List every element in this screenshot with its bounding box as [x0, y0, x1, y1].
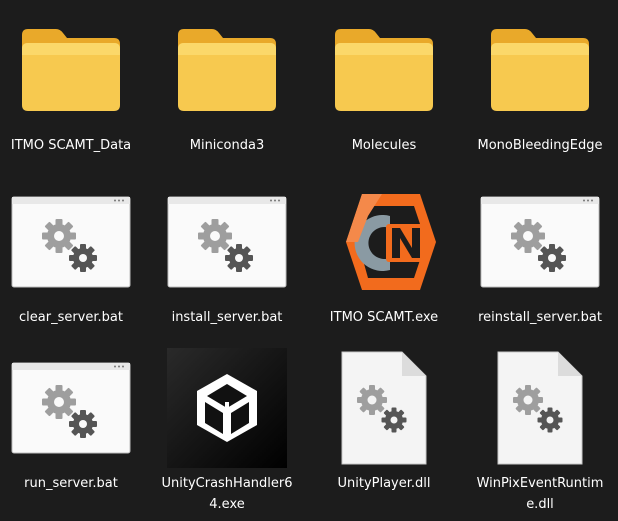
file-item-molecules[interactable]: Molecules	[309, 6, 459, 156]
file-name: UnityCrashHandler64.exe	[161, 476, 293, 512]
dll-file-icon	[320, 344, 448, 472]
file-name: install_server.bat	[171, 310, 283, 325]
file-item-reinstall-server-bat[interactable]: reinstall_server.bat	[465, 178, 615, 328]
folder-icon	[476, 6, 604, 134]
file-item-itmo-scamt-data[interactable]: ITMO SCAMT_Data	[0, 6, 146, 156]
file-name: reinstall_server.bat	[478, 310, 602, 325]
file-item-miniconda3[interactable]: Miniconda3	[152, 6, 302, 156]
file-explorer-icon-view: ITMO SCAMT_Data Miniconda3 Molecules Mon…	[0, 0, 618, 521]
dll-file-icon	[476, 344, 604, 472]
file-name: UnityPlayer.dll	[337, 476, 431, 491]
file-name: ITMO SCAMT.exe	[329, 310, 439, 325]
file-item-monobleedingedge[interactable]: MonoBleedingEdge	[465, 6, 615, 156]
batch-file-icon	[163, 178, 291, 306]
file-item-run-server-bat[interactable]: run_server.bat	[0, 344, 146, 494]
itmo-scamt-app-icon	[320, 178, 448, 306]
batch-file-icon	[7, 344, 135, 472]
batch-file-icon	[7, 178, 135, 306]
file-name: clear_server.bat	[19, 310, 123, 325]
file-name: Molecules	[351, 138, 417, 153]
file-name: ITMO SCAMT_Data	[10, 138, 132, 153]
file-item-unityplayer-dll[interactable]: UnityPlayer.dll	[309, 344, 459, 494]
file-name: MonoBleedingEdge	[477, 138, 603, 153]
file-name: run_server.bat	[24, 476, 118, 491]
file-item-unitycrashhandler64-exe[interactable]: UnityCrashHandler64.exe	[152, 344, 302, 515]
unity-logo-icon	[163, 344, 291, 472]
file-item-winpixeventruntime-dll[interactable]: WinPixEventRuntime.dll	[465, 344, 615, 515]
file-name: WinPixEventRuntime.dll	[476, 476, 604, 512]
folder-icon	[7, 6, 135, 134]
file-item-clear-server-bat[interactable]: clear_server.bat	[0, 178, 146, 328]
file-item-install-server-bat[interactable]: install_server.bat	[152, 178, 302, 328]
file-name: Miniconda3	[189, 138, 265, 153]
folder-icon	[163, 6, 291, 134]
batch-file-icon	[476, 178, 604, 306]
file-item-itmo-scamt-exe[interactable]: ITMO SCAMT.exe	[309, 178, 459, 328]
folder-icon	[320, 6, 448, 134]
